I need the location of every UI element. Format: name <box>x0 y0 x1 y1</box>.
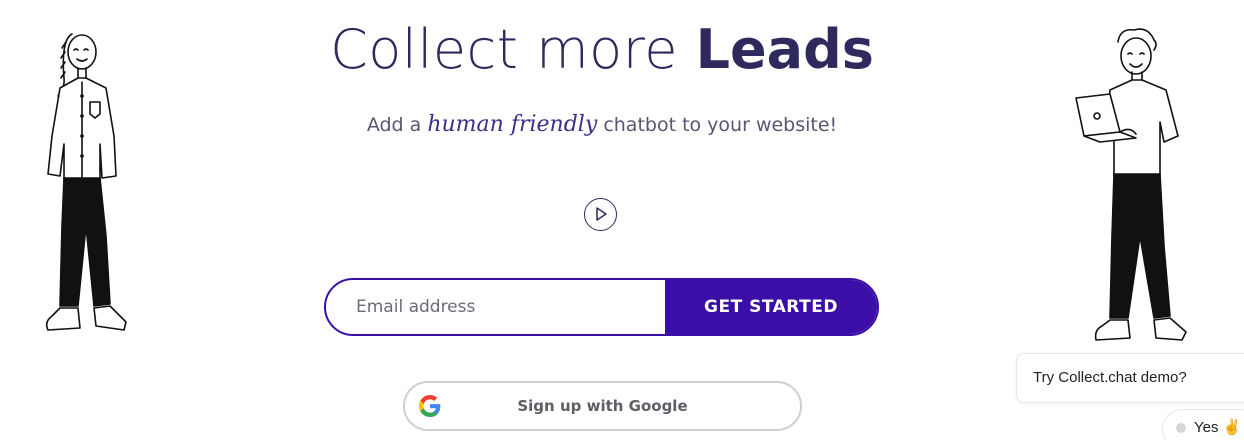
subtitle-prefix: Add a <box>366 114 422 136</box>
title-light-text: Collect more <box>330 18 678 81</box>
subtitle: Add a human friendly chatbot to your web… <box>0 112 1204 137</box>
chat-option-yes[interactable]: Yes ✌ <box>1162 409 1244 440</box>
chat-prompt-bubble: Try Collect.chat demo? <box>1016 353 1244 403</box>
page-title: Collect more Leads <box>0 18 1204 81</box>
chat-question: Try Collect.chat demo? <box>1033 369 1187 386</box>
email-input[interactable] <box>326 280 665 334</box>
title-bold-text: Leads <box>695 18 874 81</box>
google-signup-label: Sign up with Google <box>517 397 688 415</box>
signup-form: GET STARTED <box>324 278 879 336</box>
google-signup-button[interactable]: Sign up with Google <box>403 381 802 431</box>
radio-dot-icon <box>1176 423 1186 433</box>
landing-page: Collect more Leads Add a human friendly … <box>0 0 1244 440</box>
play-video-button[interactable] <box>584 198 617 231</box>
yes-text: Yes <box>1194 419 1219 436</box>
play-icon <box>596 207 607 221</box>
subtitle-script-highlight: human friendly <box>427 112 598 137</box>
get-started-button[interactable]: GET STARTED <box>665 280 877 334</box>
victory-hand-emoji-icon: ✌ <box>1222 419 1242 436</box>
subtitle-suffix: chatbot to your website! <box>603 114 838 136</box>
chat-option-yes-label: Yes ✌ <box>1194 418 1241 436</box>
